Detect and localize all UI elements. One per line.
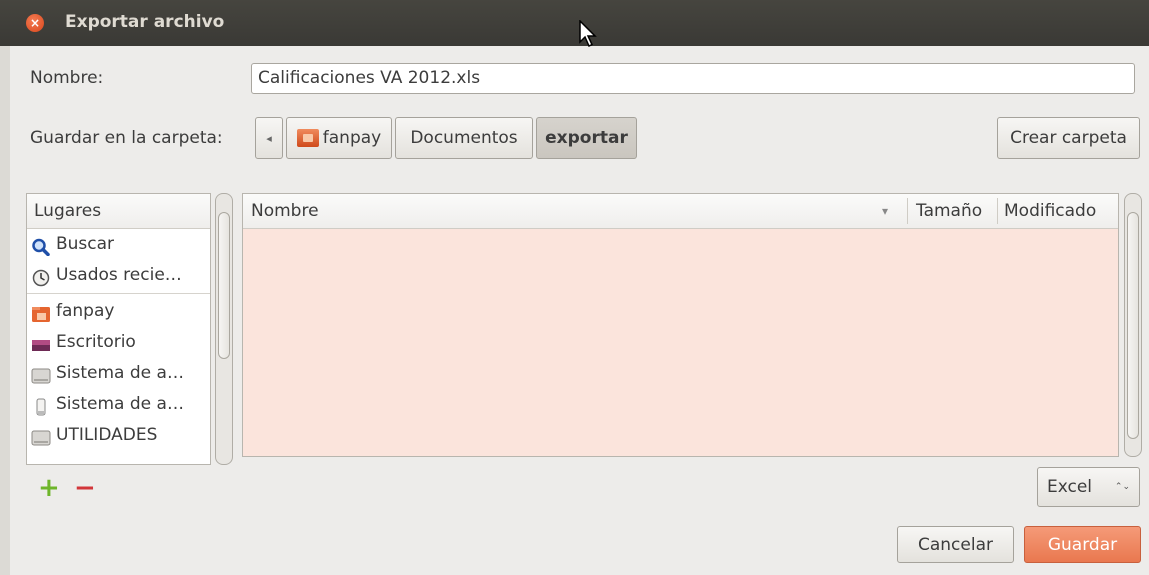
window-title: Exportar archivo (65, 12, 225, 32)
save-button[interactable]: Guardar (1024, 526, 1141, 563)
add-bookmark-button[interactable]: + (38, 475, 60, 501)
filename-input[interactable]: Calificaciones VA 2012.xls (251, 63, 1135, 94)
title-bar: × Exportar archivo (0, 0, 1149, 46)
recent-icon (31, 267, 51, 286)
mouse-cursor-icon (579, 20, 597, 48)
file-list[interactable]: Nombre ▾ Tamaño Modificado (242, 193, 1119, 457)
place-item-search[interactable]: Buscar (27, 229, 210, 260)
place-item-filesystem[interactable]: Sistema de a… (27, 358, 210, 389)
place-label: Sistema de a… (56, 394, 184, 414)
column-modified-header[interactable]: Modificado (1004, 194, 1096, 228)
place-item-fanpay[interactable]: fanpay (27, 296, 210, 327)
place-item-utilidades[interactable]: UTILIDADES (27, 420, 210, 451)
plus-icon: + (38, 473, 60, 503)
place-label: fanpay (56, 301, 115, 321)
place-item-desktop[interactable]: Escritorio (27, 327, 210, 358)
place-label: Usados recie… (56, 265, 182, 285)
drive-icon (31, 365, 51, 383)
file-type-filter-select[interactable]: Excel ⌃⌄ (1037, 467, 1140, 507)
column-name-header[interactable]: Nombre (251, 194, 319, 228)
filter-selected-value: Excel (1047, 477, 1093, 497)
path-crumb-fanpay[interactable]: fanpay (286, 117, 392, 159)
path-back-button[interactable]: ◂ (255, 117, 283, 159)
path-crumb-label: exportar (545, 128, 628, 148)
column-size-header[interactable]: Tamaño (916, 194, 982, 228)
column-separator (907, 198, 908, 224)
window-edge (0, 46, 10, 575)
desktop-icon (31, 334, 51, 352)
column-separator (997, 198, 998, 224)
usb-drive-icon (31, 396, 51, 415)
home-folder-icon (31, 303, 51, 322)
back-arrow-icon: ◂ (266, 131, 272, 145)
path-crumb-exportar[interactable]: exportar (536, 117, 637, 159)
places-scrollbar[interactable] (215, 193, 233, 465)
drive-icon (31, 427, 51, 445)
path-crumb-label: Documentos (410, 128, 518, 148)
places-sidebar: Lugares Buscar Usados recie… fanpay Escr… (26, 193, 211, 465)
places-scrollbar-thumb[interactable] (218, 212, 230, 359)
file-list-header: Nombre ▾ Tamaño Modificado (243, 194, 1118, 229)
place-item-usb-filesystem[interactable]: Sistema de a… (27, 389, 210, 420)
place-label: UTILIDADES (56, 425, 158, 445)
file-list-scrollbar[interactable] (1124, 193, 1142, 457)
place-label: Sistema de a… (56, 363, 184, 383)
places-header: Lugares (27, 194, 210, 229)
create-folder-button[interactable]: Crear carpeta (997, 117, 1140, 159)
remove-bookmark-button[interactable]: − (74, 475, 96, 501)
cancel-button[interactable]: Cancelar (897, 526, 1014, 563)
places-separator (27, 293, 210, 294)
search-icon (31, 236, 51, 256)
file-list-scrollbar-thumb[interactable] (1127, 212, 1139, 439)
select-arrows-icon: ⌃⌄ (1114, 482, 1130, 492)
minus-icon: − (74, 473, 96, 503)
sort-arrow-icon: ▾ (882, 204, 889, 218)
place-label: Escritorio (56, 332, 136, 352)
home-folder-icon (296, 129, 319, 147)
place-label: Buscar (56, 234, 115, 254)
name-label: Nombre: (30, 68, 104, 88)
place-item-recent[interactable]: Usados recie… (27, 260, 210, 291)
close-window-button[interactable]: × (26, 14, 44, 32)
folder-label: Guardar en la carpeta: (30, 128, 223, 148)
path-crumb-label: fanpay (322, 128, 382, 148)
path-crumb-documentos[interactable]: Documentos (395, 117, 533, 159)
